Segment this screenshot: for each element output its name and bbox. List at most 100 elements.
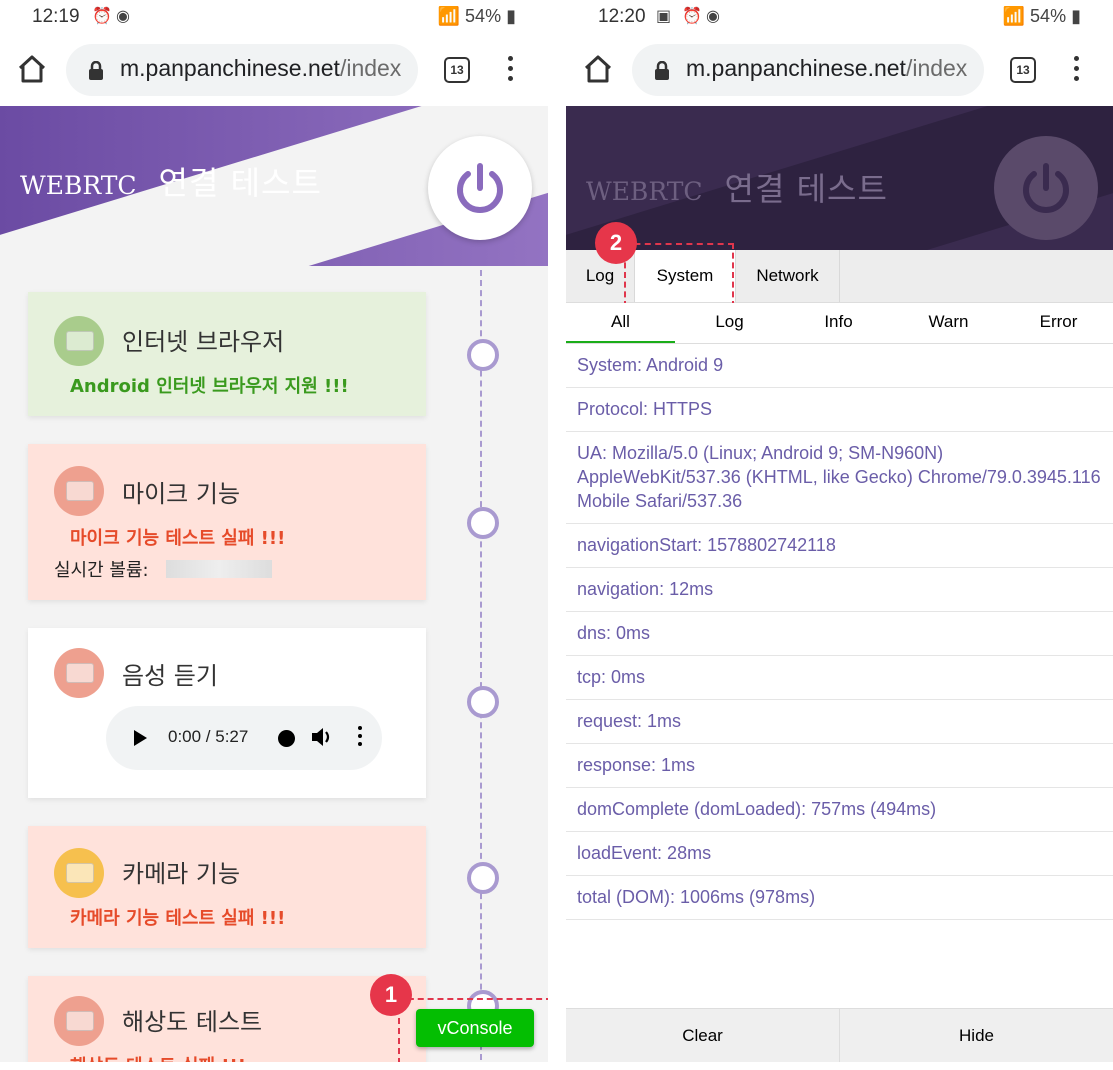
alarm-icon: ⏰ xyxy=(682,6,702,25)
power-icon xyxy=(1023,163,1069,213)
wifi-icon: 📶 xyxy=(437,6,461,26)
page-header: WEBRTC 연결 테스트 xyxy=(0,106,548,266)
camera-icon xyxy=(54,848,104,898)
address-bar[interactable]: m.panpanchinese.net/index xyxy=(66,44,418,96)
filter-error[interactable]: Error xyxy=(1004,303,1113,341)
bottom-strip xyxy=(0,1062,548,1070)
url-text: m.panpanchinese.net/index xyxy=(120,55,401,82)
power-button xyxy=(994,136,1098,240)
url-host: m.panpanchinese.net xyxy=(686,55,906,81)
vconsole-filter-tabs: All Log Info Warn Error xyxy=(566,303,1113,344)
url-text: m.panpanchinese.net/index xyxy=(686,55,967,82)
card-title: 해상도 테스트 xyxy=(122,1008,263,1036)
record-icon[interactable] xyxy=(278,730,295,747)
card-browser: 인터넷 브라우저 Android 인터넷 브라우저 지원 !!! xyxy=(28,292,426,416)
list-item: System: Android 9 xyxy=(566,344,1113,388)
list-item: UA: Mozilla/5.0 (Linux; Android 9; SM-N9… xyxy=(566,432,1113,524)
volume-meter xyxy=(166,560,272,578)
brand-text: WEBRTC xyxy=(20,171,137,200)
system-info-list: System: Android 9 Protocol: HTTPS UA: Mo… xyxy=(566,344,1113,920)
status-time: 12:19 xyxy=(32,6,80,27)
timeline-line xyxy=(480,270,482,1070)
address-bar[interactable]: m.panpanchinese.net/index xyxy=(632,44,984,96)
list-item: navigation: 12ms xyxy=(566,568,1113,612)
url-host: m.panpanchinese.net xyxy=(120,55,340,81)
volume-label: 실시간 볼륨: xyxy=(54,560,149,581)
divider xyxy=(548,0,566,1070)
list-item: total (DOM): 1006ms (978ms) xyxy=(566,876,1113,920)
tab-switcher-button[interactable]: 13 xyxy=(1010,57,1036,83)
speaker-icon xyxy=(54,648,104,698)
card-audio: 음성 듣기 0:00 / 5:27 xyxy=(28,628,426,798)
list-item: response: 1ms xyxy=(566,744,1113,788)
brand-text: WEBRTC xyxy=(586,177,703,206)
status-time: 12:20 xyxy=(598,6,646,27)
timeline-node xyxy=(467,686,499,718)
play-icon[interactable] xyxy=(134,730,147,746)
status-right: 📶 54% ▮ xyxy=(1003,6,1081,27)
url-path: /index xyxy=(339,55,402,81)
list-item: Protocol: HTTPS xyxy=(566,388,1113,432)
home-icon[interactable] xyxy=(16,53,48,85)
right-screenshot: 12:20 ▣ ⏰ ◉ 📶 54% ▮ m.panpanchinese.net/… xyxy=(566,0,1113,1070)
bottom-strip xyxy=(566,1062,1113,1070)
resolution-icon xyxy=(54,996,104,1046)
page-header-dimmed: WEBRTC 연결 테스트 xyxy=(566,106,1113,250)
microphone-icon xyxy=(54,466,104,516)
card-title: 마이크 기능 xyxy=(122,480,241,508)
browser-toolbar: m.panpanchinese.net/index 13 xyxy=(0,36,548,106)
card-status: 카메라 기능 테스트 실패 !!! xyxy=(70,908,286,929)
list-item: dns: 0ms xyxy=(566,612,1113,656)
list-item: loadEvent: 28ms xyxy=(566,832,1113,876)
clear-button[interactable]: Clear xyxy=(566,1009,840,1063)
browser-menu-icon[interactable] xyxy=(500,54,520,84)
card-status: 마이크 기능 테스트 실패 !!! xyxy=(70,528,286,549)
more-options-icon[interactable] xyxy=(358,726,363,750)
left-screenshot: 12:19 ⏰ ◉ 📶 54% ▮ m.panpanchinese.net/in… xyxy=(0,0,548,1070)
title-text: 연결 테스트 xyxy=(158,164,322,202)
card-resolution: 해상도 테스트 해상도 테스트 실패 !!! xyxy=(28,976,426,1070)
home-icon[interactable] xyxy=(582,53,614,85)
highlight-box xyxy=(624,243,734,307)
status-right: 📶 54% ▮ xyxy=(438,6,516,27)
audio-player[interactable]: 0:00 / 5:27 xyxy=(106,706,382,770)
tab-network[interactable]: Network xyxy=(736,250,840,302)
card-microphone: 마이크 기능 마이크 기능 테스트 실패 !!! 실시간 볼륨: xyxy=(28,444,426,600)
battery-level: 54% xyxy=(465,6,502,26)
filter-info[interactable]: Info xyxy=(784,303,893,341)
battery-icon: ▮ xyxy=(506,6,516,26)
status-bar: 12:20 ▣ ⏰ ◉ 📶 54% ▮ xyxy=(566,0,1113,36)
timeline-node xyxy=(467,339,499,371)
image-icon: ▣ xyxy=(656,6,672,25)
step-badge: 2 xyxy=(595,222,637,264)
battery-icon: ▮ xyxy=(1071,6,1081,26)
alarm-icon: ⏰ xyxy=(92,6,112,25)
title-text: 연결 테스트 xyxy=(724,170,888,208)
lock-icon xyxy=(655,61,669,80)
timeline-node xyxy=(467,507,499,539)
app-notification-icon: ◉ xyxy=(706,6,720,25)
wifi-icon: 📶 xyxy=(1002,6,1026,26)
card-title: 카메라 기능 xyxy=(122,860,241,888)
status-bar: 12:19 ⏰ ◉ 📶 54% ▮ xyxy=(0,0,548,36)
power-button[interactable] xyxy=(428,136,532,240)
card-title: 음성 듣기 xyxy=(122,662,218,690)
filter-all[interactable]: All xyxy=(566,303,675,343)
tab-switcher-button[interactable]: 13 xyxy=(444,57,470,83)
card-camera: 카메라 기능 카메라 기능 테스트 실패 !!! xyxy=(28,826,426,948)
app-notification-icon: ◉ xyxy=(116,6,130,25)
browser-toolbar: m.panpanchinese.net/index 13 xyxy=(566,36,1113,106)
card-status: Android 인터넷 브라우저 지원 !!! xyxy=(70,376,349,397)
browser-icon xyxy=(54,316,104,366)
filter-log[interactable]: Log xyxy=(675,303,784,341)
list-item: domComplete (domLoaded): 757ms (494ms) xyxy=(566,788,1113,832)
filter-warn[interactable]: Warn xyxy=(894,303,1003,341)
hide-button[interactable]: Hide xyxy=(840,1009,1113,1063)
page-title: WEBRTC 연결 테스트 xyxy=(586,164,888,210)
url-path: /index xyxy=(905,55,968,81)
vconsole-button[interactable]: vConsole xyxy=(416,1009,534,1047)
timeline-node xyxy=(467,862,499,894)
browser-menu-icon[interactable] xyxy=(1066,54,1086,84)
volume-icon[interactable] xyxy=(310,726,334,748)
audio-time: 0:00 / 5:27 xyxy=(168,727,249,746)
